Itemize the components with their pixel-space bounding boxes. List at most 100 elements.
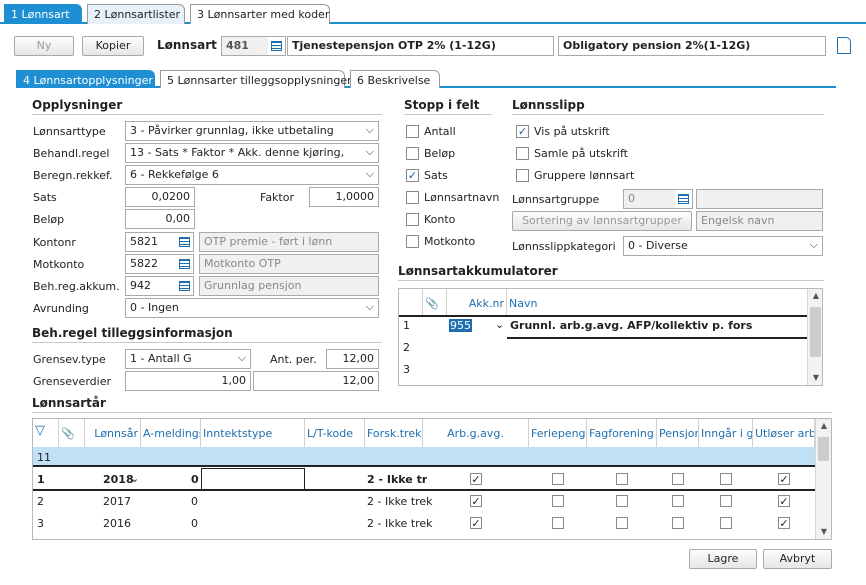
year-cell[interactable]: 2016 — [103, 517, 131, 530]
motkonto-field[interactable]: 5822 — [125, 254, 177, 274]
sats-field[interactable]: 0,0200 — [125, 187, 195, 207]
akk-nr-cell[interactable]: 955 — [449, 319, 472, 332]
list-icon[interactable] — [176, 254, 194, 274]
list-icon[interactable] — [268, 36, 286, 56]
tab-beskrivelse[interactable]: 6 Beskrivelse — [350, 70, 440, 88]
kontonr-field[interactable]: 5821 — [125, 232, 177, 252]
tab-lonnsartlister[interactable]: 2 Lønnsartlister — [87, 4, 185, 24]
samle-pa-utskrift-checkbox[interactable] — [516, 147, 529, 160]
scroll-up-icon[interactable]: ▲ — [816, 421, 831, 430]
stopp-checkbox[interactable]: ✓ — [406, 169, 419, 182]
lonnsart-id-field[interactable]: 481 — [221, 36, 269, 56]
year-checkbox[interactable]: ✓ — [778, 473, 790, 485]
col-3[interactable]: L/T-kode — [305, 419, 365, 447]
faktor-field[interactable]: 1,0000 — [309, 187, 379, 207]
year-checkbox[interactable] — [616, 495, 628, 507]
col-8[interactable]: Pensjon — [657, 419, 699, 447]
beregn-select[interactable]: 6 - Rekkefølge 6 ⌵ — [125, 165, 379, 185]
scroll-thumb[interactable] — [818, 437, 829, 461]
belop-field[interactable]: 0,00 — [125, 209, 195, 229]
col-4[interactable]: Forsk.trekk — [365, 419, 423, 447]
year-scrollbar[interactable]: ▲ ▼ — [815, 419, 831, 539]
year-checkbox[interactable]: ✓ — [470, 495, 482, 507]
year-checkbox[interactable] — [720, 473, 732, 485]
year-checkbox[interactable] — [672, 495, 684, 507]
behreg-field[interactable]: 942 — [125, 276, 177, 296]
year-checkbox[interactable] — [720, 517, 732, 529]
year-checkbox[interactable] — [552, 495, 564, 507]
tab-lonnsartopplysninger[interactable]: 4 Lønnsartopplysninger — [16, 70, 155, 88]
paperclip-icon[interactable]: 📎 — [59, 419, 85, 447]
vis-pa-utskrift-checkbox[interactable]: ✓ — [516, 125, 529, 138]
year-checkbox[interactable]: ✓ — [778, 517, 790, 529]
year-checkbox[interactable] — [616, 517, 628, 529]
year-checkbox[interactable] — [672, 517, 684, 529]
a-meldings-cell[interactable]: 0 — [191, 473, 199, 486]
lonnsslippkategori-select[interactable]: 0 - Diverse ⌵ — [623, 236, 823, 256]
tab-lonnsarter-med-koder[interactable]: 3 Lønnsarter med koder — [190, 4, 330, 24]
list-icon[interactable] — [176, 232, 194, 252]
forsk-trekk-cell[interactable]: 2 - Ikke trek — [367, 517, 433, 530]
col-7[interactable]: Fagforening — [587, 419, 657, 447]
year-cell[interactable]: 2017 — [103, 495, 131, 508]
stopp-checkbox[interactable] — [406, 125, 419, 138]
copy-button[interactable]: Kopier — [82, 36, 144, 56]
year-checkbox[interactable] — [720, 495, 732, 507]
inntektstype-editor[interactable] — [201, 468, 305, 490]
tab-lonnsart[interactable]: 1 Lønnsart — [4, 4, 82, 24]
col-5[interactable]: Arb.g.avg. — [423, 419, 529, 447]
year-checkbox[interactable]: ✓ — [778, 495, 790, 507]
a-meldings-cell[interactable]: 0 — [191, 495, 198, 508]
year-checkbox[interactable] — [616, 473, 628, 485]
col-1[interactable]: A-meldings — [141, 419, 201, 447]
a-meldings-cell[interactable]: 0 — [191, 517, 198, 530]
grenseverdi-fra-field[interactable]: 1,00 — [125, 371, 251, 391]
paperclip-icon[interactable]: 📎 — [423, 289, 447, 317]
stopp-checkbox[interactable] — [406, 235, 419, 248]
chevron-down-icon[interactable]: ⌄ — [130, 472, 139, 485]
forsk-trekk-cell[interactable]: 2 - Ikke trek — [367, 495, 433, 508]
col-6[interactable]: Feriepenge — [529, 419, 587, 447]
col-0[interactable]: Lønnsår — [85, 419, 141, 447]
new-button[interactable]: Ny — [14, 36, 74, 56]
scroll-down-icon[interactable]: ▼ — [808, 373, 822, 382]
col-navn[interactable]: Navn — [507, 289, 807, 317]
stopp-checkbox[interactable] — [406, 191, 419, 204]
scroll-up-icon[interactable]: ▲ — [808, 291, 822, 300]
lonnsarttype-select[interactable]: 3 - Påvirker grunnlag, ikke utbetaling ⌵ — [125, 121, 379, 141]
stopp-checkbox[interactable] — [406, 213, 419, 226]
col-2[interactable]: Inntektstype — [201, 419, 305, 447]
list-icon[interactable] — [176, 276, 194, 296]
avrunding-select[interactable]: 0 - Ingen ⌵ — [125, 298, 379, 318]
grenseverdi-til-field[interactable]: 12,00 — [253, 371, 379, 391]
filter-icon[interactable]: ▽ — [33, 419, 59, 447]
year-checkbox[interactable]: ✓ — [470, 473, 482, 485]
akk-scrollbar[interactable]: ▲ ▼ — [807, 289, 822, 385]
scroll-thumb[interactable] — [810, 307, 821, 357]
lonnsart-name-field[interactable]: Tjenestepensjon OTP 2% (1-12G) — [287, 36, 554, 56]
note-icon[interactable] — [837, 37, 851, 54]
antper-field[interactable]: 12,00 — [326, 349, 379, 369]
tab-lonnsarter-tilleggsopplysninger[interactable]: 5 Lønnsarter tilleggsopplysninger — [160, 70, 352, 88]
col-9[interactable]: Inngår i gr — [699, 419, 753, 447]
save-button[interactable]: Lagre — [689, 549, 757, 569]
lonnsartgruppe-field[interactable]: 0 — [623, 189, 676, 209]
behandl-select[interactable]: 13 - Sats * Faktor * Akk. denne kjøring,… — [125, 143, 379, 163]
list-icon[interactable] — [675, 189, 693, 209]
col-akk-nr[interactable]: Akk.nr — [447, 289, 507, 317]
sortering-button[interactable]: Sortering av lønnsartgrupper — [512, 211, 692, 231]
engelsk-navn-field[interactable]: Engelsk navn — [696, 211, 823, 231]
gruppere-lonnsart-checkbox[interactable] — [516, 169, 529, 182]
lonnsart-english-name-field[interactable]: Obligatory pension 2%(1-12G) — [558, 36, 826, 56]
year-checkbox[interactable]: ✓ — [470, 517, 482, 529]
stopp-checkbox[interactable] — [406, 147, 419, 160]
grensev-select[interactable]: 1 - Antall G ⌵ — [125, 349, 251, 369]
col-10[interactable]: Utløser arb. — [753, 419, 815, 447]
chevron-down-icon[interactable]: ⌄ — [495, 318, 504, 331]
year-checkbox[interactable] — [672, 473, 684, 485]
year-checkbox[interactable] — [552, 517, 564, 529]
cancel-button[interactable]: Avbryt — [763, 549, 832, 569]
year-checkbox[interactable] — [552, 473, 564, 485]
forsk-trekk-cell[interactable]: 2 - Ikke tr — [367, 473, 427, 486]
scroll-down-icon[interactable]: ▼ — [816, 527, 831, 536]
